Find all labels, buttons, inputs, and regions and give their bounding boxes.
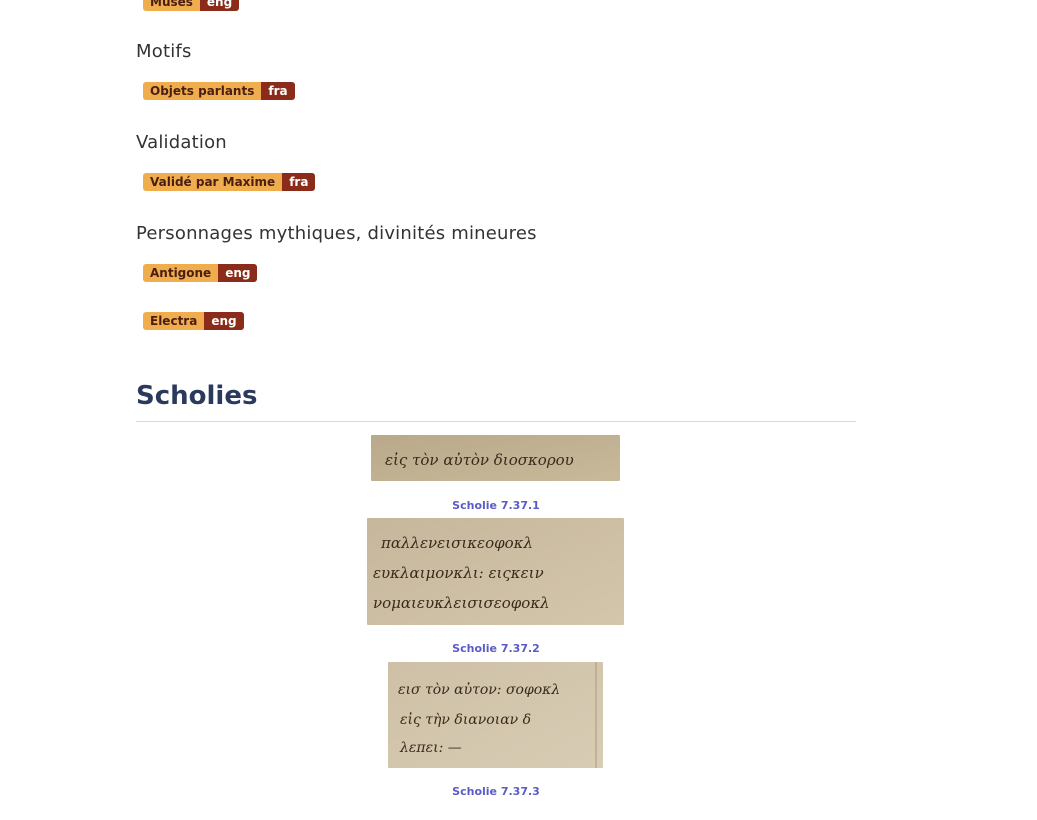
manuscript-scan: εἰς τὸν αὐτὸν διοσκορου [371,435,620,481]
scholie-link-2[interactable]: Scholie 7.37.2 [136,642,856,655]
tag-objets-parlants[interactable]: Objets parlants fra [143,82,295,100]
section-title-personnages: Personnages mythiques, divinités mineure… [136,223,537,244]
scholie-image-2[interactable]: παλλενεισικεοφοκλ ευκλαιμονκλι: ειςκειν … [367,518,624,625]
tag-electra[interactable]: Electra eng [143,312,244,330]
divider [136,421,856,422]
tag-label: Objets parlants [143,82,262,100]
tag-label: Validé par Maxime [143,173,283,191]
svg-text:λεπει: —: λεπει: — [399,740,462,756]
tag-label: Antigone [143,264,219,282]
svg-text:εισ τὸν αὐτον: σοφοκλ: εισ τὸν αὐτον: σοφοκλ [398,681,560,698]
manuscript-scan: παλλενεισικεοφοκλ ευκλαιμονκλι: ειςκειν … [367,518,624,625]
tag-lang: eng [204,312,244,330]
tag-antigone[interactable]: Antigone eng [143,264,258,282]
tag-label: Muses [143,0,200,11]
svg-text:νομαιευκλεισισεοφοκλ: νομαιευκλεισισεοφοκλ [373,594,550,612]
tag-valide-par-maxime[interactable]: Validé par Maxime fra [143,173,316,191]
tag-lang: eng [199,0,240,11]
scholies-heading: Scholies [136,381,258,411]
scholie-image-3[interactable]: εισ τὸν αὐτον: σοφοκλ εἰς τὴν διανοιαν δ… [388,662,603,768]
section-title-validation: Validation [136,132,227,153]
svg-text:εἰς τὴν διανοιαν δ: εἰς τὴν διανοιαν δ [400,711,531,728]
tag-label: Electra [143,312,205,330]
section-title-motifs: Motifs [136,41,192,62]
scholie-image-1[interactable]: εἰς τὸν αὐτὸν διοσκορου [371,435,620,481]
tag-lang: eng [218,264,258,282]
tag-muses[interactable]: Muses eng [143,0,240,11]
tag-lang: fra [261,82,295,100]
scholie-link-1[interactable]: Scholie 7.37.1 [136,499,856,512]
tag-lang: fra [282,173,316,191]
manuscript-scan: εισ τὸν αὐτον: σοφοκλ εἰς τὴν διανοιαν δ… [388,662,603,768]
svg-text:παλλενεισικεοφοκλ: παλλενεισικεοφοκλ [380,534,533,552]
svg-text:εἰς τὸν αὐτὸν διοσκορου: εἰς τὸν αὐτὸν διοσκορου [385,451,574,469]
scholie-link-3[interactable]: Scholie 7.37.3 [136,785,856,798]
svg-text:ευκλαιμονκλι: ειςκειν: ευκλαιμονκλι: ειςκειν [373,564,544,582]
